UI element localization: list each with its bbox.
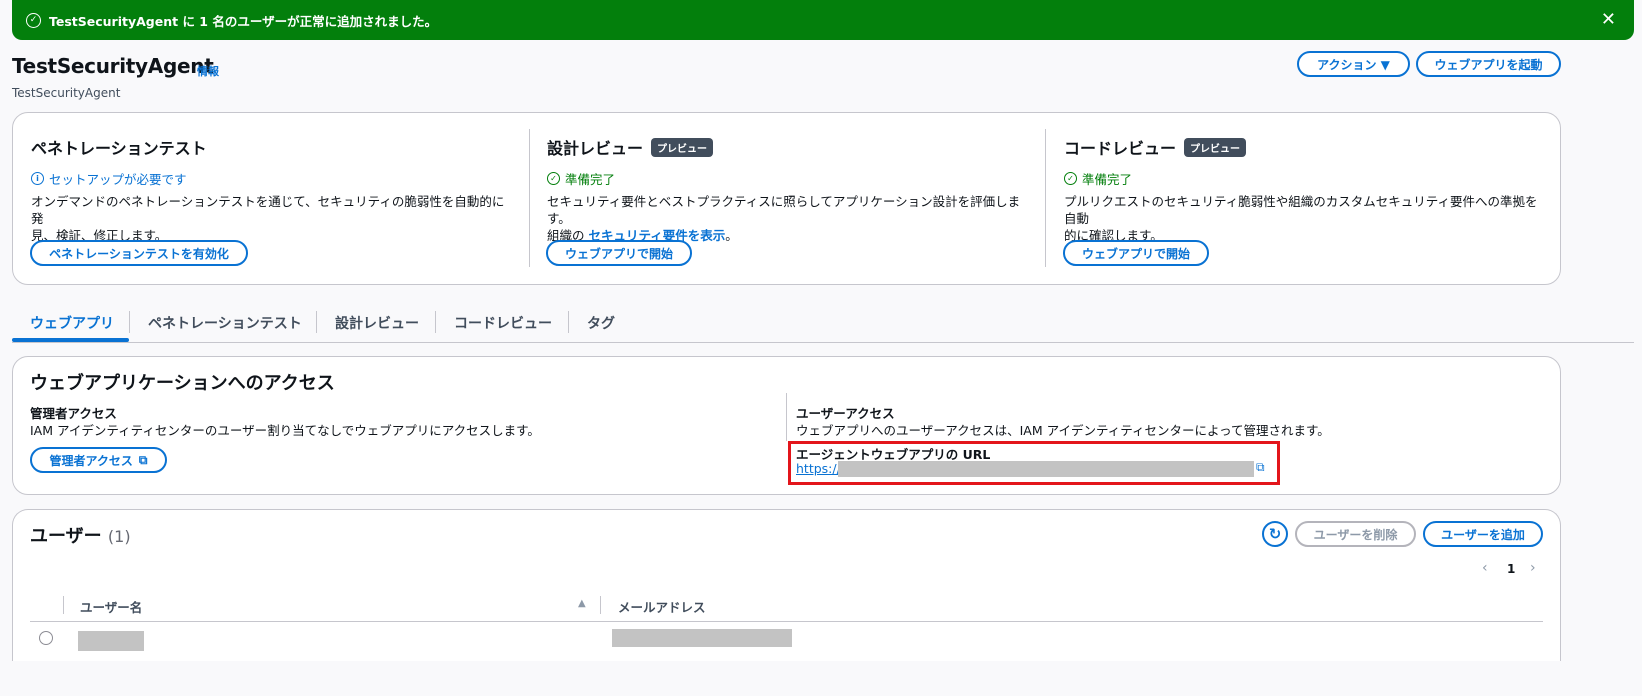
row-select-radio[interactable] <box>39 631 53 645</box>
preview-badge: プレビュー <box>651 138 714 157</box>
design-review-title: 設計レビュー プレビュー <box>547 135 714 159</box>
page-subtitle: TestSecurityAgent <box>12 86 121 100</box>
design-review-description: セキュリティ要件とベストプラクティスに照らしてアプリケーション設計を評価します。… <box>547 193 1042 244</box>
actions-dropdown-button[interactable]: アクション ▼ <box>1297 51 1410 77</box>
users-count: (1) <box>107 527 131 546</box>
pentest-status-text: セットアップが必要です <box>49 172 187 187</box>
preview-badge: プレビュー <box>1184 138 1247 157</box>
redacted-username <box>78 631 144 651</box>
table-header-divider <box>30 621 1543 622</box>
column-divider <box>786 393 787 441</box>
delete-user-button[interactable]: ユーザーを削除 <box>1295 521 1416 547</box>
admin-access-button[interactable]: 管理者アクセス ⧉ <box>30 447 167 473</box>
column-divider <box>1045 129 1046 267</box>
design-review-status: ✓ 準備完了 <box>547 169 615 188</box>
enable-pentest-button[interactable]: ペネトレーションテストを有効化 <box>30 240 248 266</box>
code-desc-line1: プルリクエストのセキュリティ脆弱性や組織のカスタムセキュリティ要件への準拠を自動 <box>1064 194 1538 226</box>
sort-up-icon[interactable]: ▲ <box>578 598 586 609</box>
refresh-icon[interactable]: ↻ <box>1262 521 1288 547</box>
previous-page-icon[interactable]: ‹ <box>1482 560 1488 576</box>
admin-access-button-label: 管理者アクセス <box>49 453 133 468</box>
page-title: TestSecurityAgent <box>12 54 214 78</box>
column-separator <box>63 596 64 614</box>
check-circle-icon: ✓ <box>1064 172 1077 185</box>
column-header-email[interactable]: メールアドレス <box>618 597 706 616</box>
add-user-button[interactable]: ユーザーを追加 <box>1423 521 1543 547</box>
flash-message: TestSecurityAgent に 1 名のユーザーが正常に追加されました。 <box>49 13 438 29</box>
redacted-url <box>838 461 1254 477</box>
tab-bar: ウェブアプリ ペネトレーションテスト 設計レビュー コードレビュー タグ <box>12 306 1634 343</box>
agent-webapp-url-link[interactable]: https:// <box>796 461 841 476</box>
admin-access-description: IAM アイデンティティセンターのユーザー割り当てなしでウェブアプリにアクセスし… <box>30 423 540 438</box>
external-link-icon[interactable]: ⧉ <box>1256 460 1265 475</box>
users-title-text: ユーザー <box>30 526 102 547</box>
code-review-start-button[interactable]: ウェブアプリで開始 <box>1063 240 1209 266</box>
tab-webapp[interactable]: ウェブアプリ <box>30 306 114 340</box>
access-section-title: ウェブアプリケーションへのアクセス <box>30 373 335 394</box>
active-tab-indicator <box>12 338 129 342</box>
info-icon: i <box>31 172 44 185</box>
tab-separator <box>316 311 317 333</box>
tab-separator <box>129 311 130 333</box>
check-circle-icon: ✓ <box>547 172 560 185</box>
tab-design-review[interactable]: 設計レビュー <box>335 306 419 340</box>
pentest-description: オンデマンドのペネトレーションテストを通じて、セキュリティの脆弱性を自動的に発 … <box>31 193 511 244</box>
code-review-title: コードレビュー プレビュー <box>1064 135 1247 159</box>
code-review-status: ✓ 準備完了 <box>1064 169 1132 188</box>
column-divider <box>529 129 530 267</box>
check-circle-icon: ✓ <box>26 12 41 28</box>
tab-tags[interactable]: タグ <box>587 306 615 340</box>
pentest-desc-line1: オンデマンドのペネトレーションテストを通じて、セキュリティの脆弱性を自動的に発 <box>31 194 505 226</box>
design-desc-line1: セキュリティ要件とベストプラクティスに照らしてアプリケーション設計を評価します。 <box>547 194 1021 226</box>
tab-code-review[interactable]: コードレビュー <box>454 306 552 340</box>
page-number[interactable]: 1 <box>1507 562 1515 576</box>
tab-pentest[interactable]: ペネトレーションテスト <box>148 306 302 340</box>
next-page-icon[interactable]: › <box>1530 560 1536 576</box>
code-review-description: プルリクエストのセキュリティ脆弱性や組織のカスタムセキュリティ要件への準拠を自動… <box>1064 193 1549 244</box>
design-review-start-button[interactable]: ウェブアプリで開始 <box>546 240 692 266</box>
tab-separator <box>435 311 436 333</box>
success-flashbar: ✓ TestSecurityAgent に 1 名のユーザーが正常に追加されまし… <box>12 0 1634 40</box>
tab-separator <box>568 311 569 333</box>
pentest-status: i セットアップが必要です <box>31 169 187 188</box>
code-status-text: 準備完了 <box>1082 172 1133 187</box>
overview-card: ペネトレーションテスト i セットアップが必要です オンデマンドのペネトレーショ… <box>12 112 1561 285</box>
users-title: ユーザー (1) <box>30 522 131 548</box>
info-link[interactable]: 情報 <box>197 63 219 79</box>
design-status-text: 準備完了 <box>565 172 616 187</box>
pentest-title: ペネトレーションテスト <box>31 139 207 158</box>
redacted-email <box>612 629 792 647</box>
column-header-username[interactable]: ユーザー名 <box>80 597 142 616</box>
close-icon[interactable]: ✕ <box>1601 9 1616 30</box>
column-separator <box>600 596 601 614</box>
launch-webapp-button[interactable]: ウェブアプリを起動 <box>1416 51 1561 77</box>
external-link-icon: ⧉ <box>138 452 148 467</box>
user-access-description: ウェブアプリへのユーザーアクセスは、IAM アイデンティティセンターによって管理… <box>796 423 1330 438</box>
